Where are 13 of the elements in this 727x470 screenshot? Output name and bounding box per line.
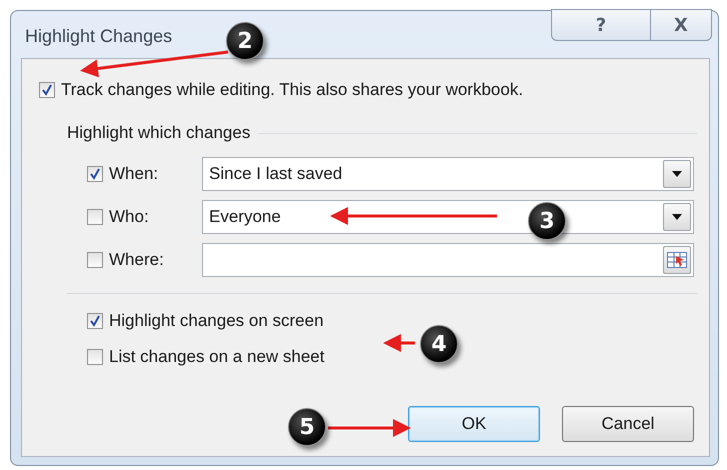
checkbox-label: Highlight changes on screen bbox=[109, 311, 324, 331]
checkbox-label: When: bbox=[109, 164, 158, 184]
dropdown-field[interactable]: Since I last saved bbox=[202, 157, 694, 191]
help-button[interactable]: ? bbox=[551, 9, 650, 41]
close-button[interactable]: X bbox=[650, 9, 712, 41]
checkbox-label: Where: bbox=[109, 250, 164, 270]
ok-button[interactable]: OK bbox=[408, 406, 540, 442]
cancel-button[interactable]: Cancel bbox=[562, 406, 694, 442]
checkbox-label: Track changes while editing. This also shares your workbook. bbox=[61, 80, 524, 100]
checkbox-label: List changes on a new sheet bbox=[109, 347, 324, 367]
group-title: Highlight which changes bbox=[67, 123, 250, 143]
checkbox-label: Who: bbox=[109, 207, 149, 227]
window-title: Highlight Changes bbox=[25, 26, 172, 47]
